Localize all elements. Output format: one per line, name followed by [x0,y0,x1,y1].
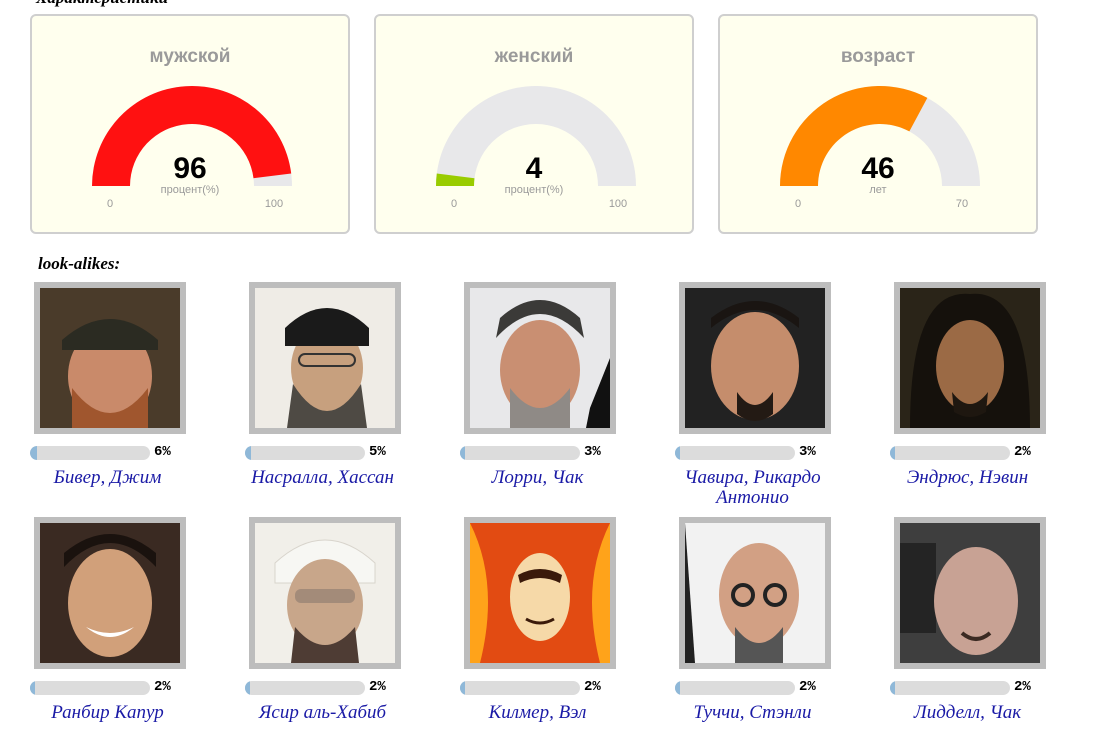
lookalike-card[interactable]: 2% Туччи, Стэнли [675,517,890,747]
face-photo[interactable] [40,523,180,663]
similarity-bar [30,446,150,460]
face-photo[interactable] [470,288,610,428]
gauge-value: 96 [173,152,207,185]
lookalike-card[interactable]: 3% Лорри, Чак [460,282,675,512]
face-photo[interactable] [900,288,1040,428]
similarity-bar [890,446,1010,460]
face-photo[interactable] [470,523,610,663]
face-photo[interactable] [255,288,395,428]
lookalike-card[interactable]: 2% Ясир аль-Хабиб [245,517,460,747]
similarity-percent: 2% [584,679,601,695]
gauge-arc [436,86,636,186]
gauge-unit: лет [869,184,887,196]
lookalike-card[interactable]: 2% Лидделл, Чак [890,517,1105,747]
lookalike-name-link[interactable]: Бивер, Джим [10,468,205,488]
lookalike-name-link[interactable]: Лидделл, Чак [870,703,1065,723]
photo-frame[interactable] [464,517,616,669]
face-photo[interactable] [40,288,180,428]
gauge-min: 0 [794,198,802,210]
face-photo[interactable] [900,523,1040,663]
photo-frame[interactable] [249,517,401,669]
similarity-bar-fill [675,446,680,460]
gauge-arc [780,86,980,186]
lookalike-card[interactable]: 2% Килмер, Вэл [460,517,675,747]
similarity-percent: 6% [154,444,171,460]
similarity-percent: 2% [154,679,171,695]
gauge-max: 100 [608,198,628,210]
gauge-arc [92,86,292,186]
similarity-bar [245,681,365,695]
gauge-male: мужской 96 процент(%) 0 100 [30,14,350,234]
similarity-bar [30,681,150,695]
similarity-percent: 5% [369,444,386,460]
gauge-min: 0 [450,198,458,210]
face-photo[interactable] [685,523,825,663]
gauge-age: возраст 46 лет 0 70 [718,14,1038,234]
photo-frame[interactable] [679,517,831,669]
photo-frame[interactable] [249,282,401,434]
similarity-bar-fill [890,681,895,695]
similarity-bar [460,446,580,460]
photo-frame[interactable] [894,282,1046,434]
similarity-bar-fill [890,446,895,460]
lookalike-card[interactable]: 3% Чавира, Рикардо Антонио [675,282,890,512]
lookalike-name-link[interactable]: Ясир аль-Хабиб [225,703,420,723]
lookalike-card[interactable]: 5% Насралла, Хассан [245,282,460,512]
face-photo[interactable] [685,288,825,428]
lookalike-card[interactable]: 2% Эндрюс, Нэвин [890,282,1105,512]
similarity-percent: 3% [584,444,601,460]
lookalike-name-link[interactable]: Ранбир Капур [10,703,205,723]
lookalike-card[interactable]: 2% Ранбир Капур [30,517,245,747]
similarity-bar-fill [460,446,465,460]
lookalike-name-link[interactable]: Килмер, Вэл [440,703,635,723]
similarity-percent: 2% [369,679,386,695]
section-header-clipped: Характеристики [36,0,168,8]
gauge-min: 0 [106,198,114,210]
similarity-bar [460,681,580,695]
similarity-bar [675,446,795,460]
gauge-max: 100 [264,198,284,210]
similarity-percent: 2% [799,679,816,695]
similarity-bar [890,681,1010,695]
lookalike-card[interactable]: 6% Бивер, Джим [30,282,245,512]
lookalikes-label: look-alikes: [38,254,121,273]
similarity-bar-fill [245,681,250,695]
similarity-bar-fill [30,681,35,695]
lookalike-name-link[interactable]: Туччи, Стэнли [655,703,850,723]
similarity-bar-fill [245,446,251,460]
photo-frame[interactable] [34,517,186,669]
similarity-percent: 2% [1014,679,1031,695]
similarity-percent: 2% [1014,444,1031,460]
gauge-unit: процент(%) [504,184,564,196]
lookalike-name-link[interactable]: Насралла, Хассан [225,468,420,488]
gauge-unit: процент(%) [160,184,220,196]
similarity-bar [245,446,365,460]
photo-frame[interactable] [464,282,616,434]
photo-frame[interactable] [894,517,1046,669]
lookalike-name-link[interactable]: Лорри, Чак [440,468,635,488]
similarity-bar-fill [675,681,680,695]
similarity-bar-fill [30,446,38,460]
face-photo[interactable] [255,523,395,663]
lookalike-name-link[interactable]: Чавира, Рикардо Антонио [655,468,850,508]
similarity-percent: 3% [799,444,816,460]
photo-frame[interactable] [34,282,186,434]
gauge-female: женский 4 процент(%) 0 100 [374,14,694,234]
photo-frame[interactable] [679,282,831,434]
gauge-value: 46 [861,152,895,185]
gauge-max: 70 [955,198,969,210]
similarity-bar [675,681,795,695]
gauge-value: 4 [525,152,543,185]
lookalike-name-link[interactable]: Эндрюс, Нэвин [870,468,1065,488]
similarity-bar-fill [460,681,465,695]
